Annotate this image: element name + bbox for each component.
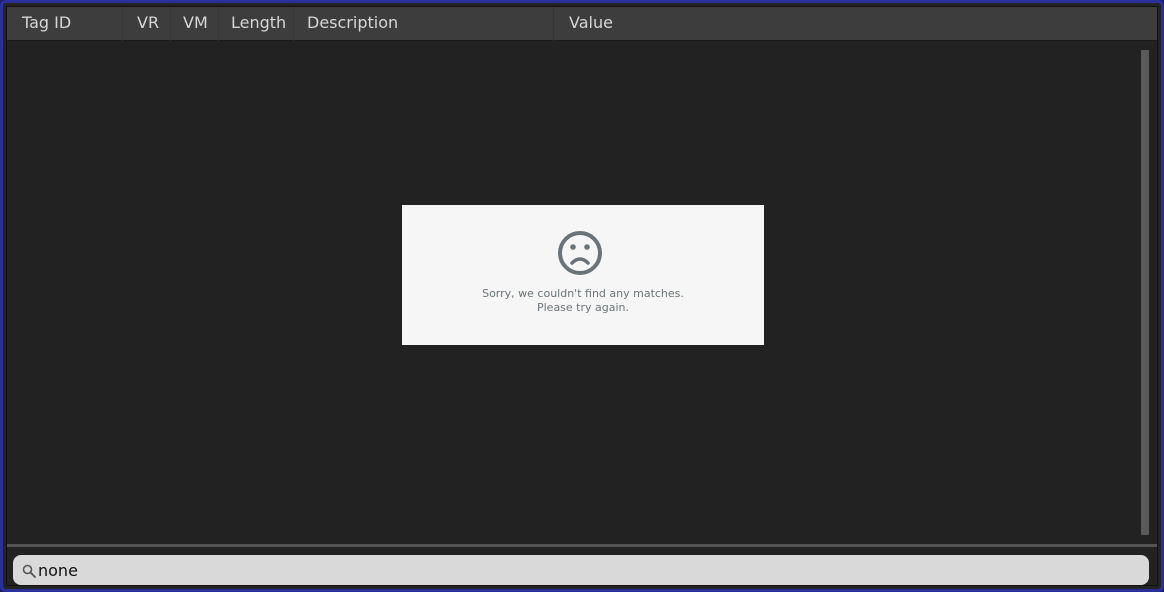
column-header-vr[interactable]: VR [137, 7, 159, 41]
vertical-scrollbar[interactable] [1141, 50, 1149, 535]
column-separator[interactable] [293, 7, 294, 41]
table-header: Tag ID VR VM Length Description Value [7, 7, 1157, 41]
tag-table-panel: Tag ID VR VM Length Description Value So… [6, 6, 1158, 586]
column-header-value[interactable]: Value [569, 7, 613, 41]
no-matches-line-1: Sorry, we couldn't find any matches. [482, 287, 684, 300]
column-header-vm[interactable]: VM [183, 7, 208, 41]
no-matches-line-2: Please try again. [536, 301, 630, 314]
sad-face-icon [558, 231, 602, 275]
column-header-tag-id[interactable]: Tag ID [22, 7, 71, 41]
table-body: Sorry, we couldn't find any matches. Ple… [7, 42, 1157, 544]
column-header-description[interactable]: Description [307, 7, 398, 41]
search-input[interactable] [38, 555, 1139, 585]
search-box[interactable] [13, 555, 1149, 585]
column-separator[interactable] [553, 7, 554, 41]
column-separator[interactable] [218, 7, 219, 41]
dicom-tag-browser-window: Tag ID VR VM Length Description Value So… [0, 0, 1164, 592]
filter-bar [7, 547, 1157, 585]
no-matches-message: Sorry, we couldn't find any matches. Ple… [402, 205, 764, 345]
column-separator[interactable] [122, 7, 123, 41]
search-icon [22, 564, 36, 578]
column-separator[interactable] [170, 7, 171, 41]
no-matches-text: Sorry, we couldn't find any matches. Ple… [402, 287, 764, 315]
column-header-length[interactable]: Length [231, 7, 286, 41]
